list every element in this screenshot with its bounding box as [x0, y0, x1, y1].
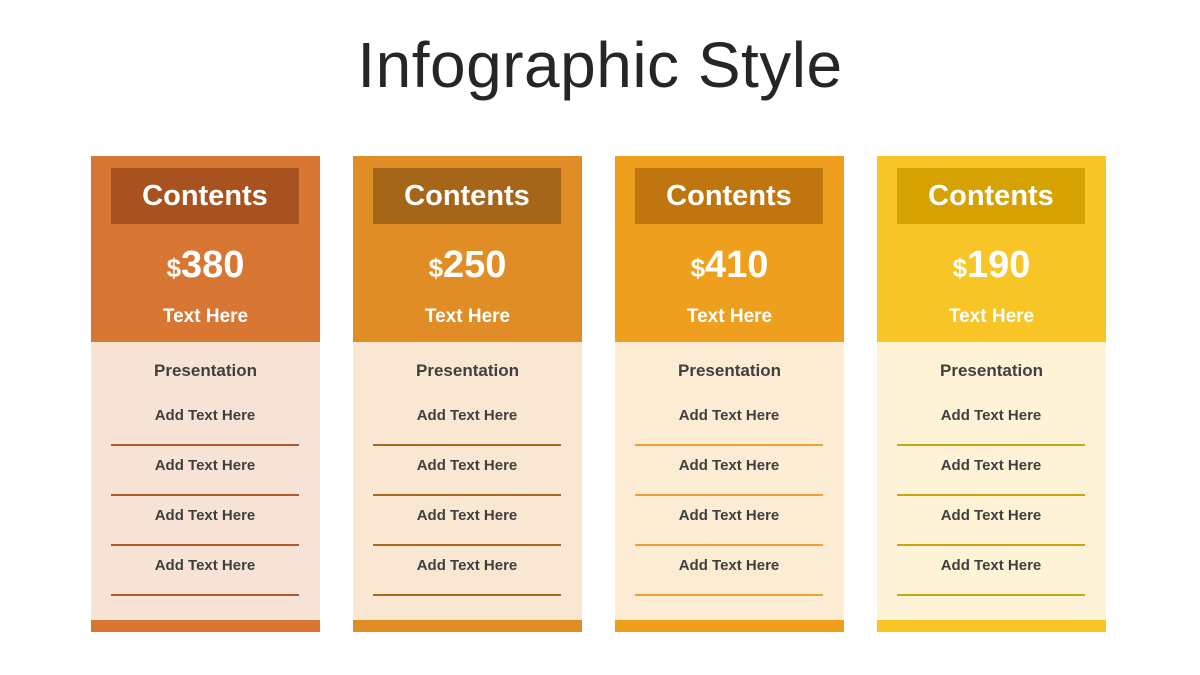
slide-title: Infographic Style	[357, 29, 843, 101]
list-item: Add Text Here	[897, 496, 1085, 546]
list-item: Add Text Here	[897, 446, 1085, 496]
price-value: 250	[443, 244, 507, 286]
card-subtitle: Text Here	[424, 306, 511, 327]
card-body-title: Presentation	[940, 361, 1043, 380]
list-item: Add Text Here	[897, 546, 1085, 596]
pricing-card-1: Contents $380 Text Here Presentation Add…	[91, 156, 320, 632]
card-price: $250	[353, 242, 582, 291]
card-footer-bar	[353, 620, 582, 632]
list-item: Add Text Here	[635, 546, 823, 596]
price-value: 190	[967, 244, 1031, 286]
card-footer-bar	[877, 620, 1106, 632]
list-item: Add Text Here	[635, 496, 823, 546]
card-header: Contents	[897, 168, 1085, 224]
card-body-title: Presentation	[416, 361, 519, 380]
list-item: Add Text Here	[111, 396, 299, 446]
list-item: Add Text Here	[897, 396, 1085, 446]
list-item: Add Text Here	[635, 446, 823, 496]
list-item: Add Text Here	[111, 546, 299, 596]
price-value: 410	[705, 244, 769, 286]
card-price: $410	[615, 242, 844, 291]
card-subtitle: Text Here	[686, 306, 773, 327]
card-body-title: Presentation	[678, 361, 781, 380]
card-subtitle: Text Here	[162, 306, 249, 327]
pricing-cards: Contents $380 Text Here Presentation Add…	[91, 156, 1106, 632]
currency-symbol: $	[428, 253, 444, 283]
card-body-title: Presentation	[154, 361, 257, 380]
card-header: Contents	[635, 168, 823, 224]
list-item: Add Text Here	[635, 396, 823, 446]
card-header: Contents	[111, 168, 299, 224]
price-value: 380	[181, 244, 245, 286]
pricing-card-2: Contents $250 Text Here Presentation Add…	[353, 156, 582, 632]
currency-symbol: $	[690, 253, 706, 283]
currency-symbol: $	[166, 253, 182, 283]
list-item: Add Text Here	[373, 396, 561, 446]
list-item: Add Text Here	[373, 446, 561, 496]
card-header: Contents	[373, 168, 561, 224]
card-footer-bar	[91, 620, 320, 632]
pricing-card-4: Contents $190 Text Here Presentation Add…	[877, 156, 1106, 632]
card-subtitle: Text Here	[948, 306, 1035, 327]
pricing-card-3: Contents $410 Text Here Presentation Add…	[615, 156, 844, 632]
card-price: $190	[877, 242, 1106, 291]
list-item: Add Text Here	[111, 446, 299, 496]
list-item: Add Text Here	[373, 546, 561, 596]
list-item: Add Text Here	[373, 496, 561, 546]
card-footer-bar	[615, 620, 844, 632]
list-item: Add Text Here	[111, 496, 299, 546]
card-price: $380	[91, 242, 320, 291]
currency-symbol: $	[952, 253, 968, 283]
